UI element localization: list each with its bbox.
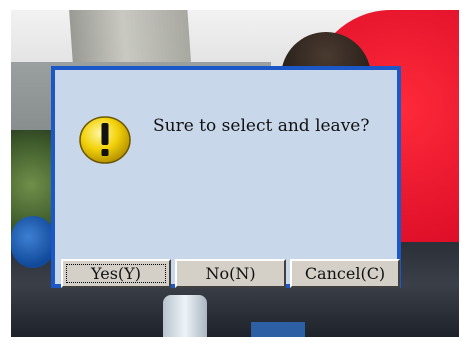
background-helmet: [11, 216, 55, 268]
cancel-button-label: Cancel(C): [304, 264, 386, 283]
yes-button[interactable]: Yes(Y): [61, 259, 171, 288]
background-shoe: [251, 322, 305, 337]
no-button[interactable]: No(N): [175, 259, 286, 288]
warning-exclamation-icon: [79, 116, 131, 164]
focus-indicator: [66, 264, 166, 283]
cancel-button[interactable]: Cancel(C): [290, 259, 400, 288]
no-button-label: No(N): [205, 264, 256, 283]
background-water-bottle: [163, 295, 207, 337]
confirm-dialog: Sure to select and leave? Yes(Y) No(N) C…: [51, 66, 401, 288]
screen: Sure to select and leave? Yes(Y) No(N) C…: [11, 10, 459, 337]
dialog-message: Sure to select and leave?: [153, 116, 370, 136]
